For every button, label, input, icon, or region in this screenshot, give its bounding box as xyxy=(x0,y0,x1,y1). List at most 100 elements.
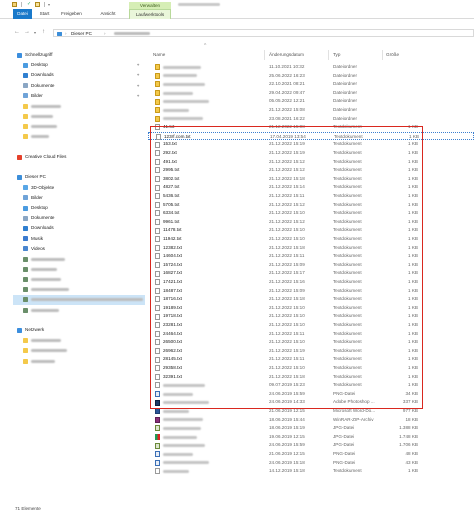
table-row[interactable]: 19718.txt 21.12.2022 15:10 Textdokument 1 K… xyxy=(148,312,474,320)
table-row[interactable]: 16827.txt 21.12.2022 15:17 Textdokument 1 K… xyxy=(148,269,474,277)
table-row[interactable]: 12382.txt 21.12.2022 15:18 Textdokument 1 K… xyxy=(148,244,474,252)
tab-freigeben[interactable]: Freigeben xyxy=(58,9,85,19)
table-row[interactable]: 21.12.2022 15:08 Dateiordner xyxy=(148,106,474,114)
nav-item[interactable]: Bilder xyxy=(13,193,145,203)
table-row[interactable]: 18716.txt 21.12.2022 15:18 Textdokument 1 K… xyxy=(148,295,474,303)
column-header-size[interactable]: Größe xyxy=(386,50,399,60)
nav-item[interactable]: Dokumente xyxy=(13,213,145,223)
table-row[interactable]: 23281.txt 21.12.2022 15:10 Textdokument 1 K… xyxy=(148,321,474,329)
table-row[interactable]: 491.txt 21.12.2022 15:12 Textdokument 1 KB xyxy=(148,158,474,166)
table-row[interactable]: 28145.txt 21.12.2022 15:11 Textdokument 1 K… xyxy=(148,355,474,363)
table-row[interactable]: 6334.txt 21.12.2022 15:10 Textdokument 1 KB xyxy=(148,209,474,217)
pin-icon[interactable]: ⌖ xyxy=(137,60,139,70)
table-row[interactable]: 292.txt 21.12.2022 15:19 Textdokument 1 KB xyxy=(148,149,474,157)
table-row[interactable]: 24464.txt 21.12.2022 15:11 Textdokument 1 K… xyxy=(148,330,474,338)
column-divider[interactable] xyxy=(328,50,329,60)
pin-icon[interactable]: ⌖ xyxy=(137,91,139,101)
properties-icon[interactable]: ✓ xyxy=(27,1,31,7)
nav-item-redacted[interactable] xyxy=(13,305,145,315)
table-row[interactable]: 14604.txt 21.12.2022 15:11 Textdokument 1 K… xyxy=(148,252,474,260)
nav-item[interactable]: Netzwerk xyxy=(13,325,145,335)
column-header-type[interactable]: Typ xyxy=(333,50,340,60)
nav-item[interactable]: 3D-Objekte xyxy=(13,183,145,193)
nav-item-redacted[interactable] xyxy=(13,101,145,111)
nav-item[interactable]: Downloads xyxy=(13,223,145,233)
nav-item-redacted[interactable] xyxy=(13,346,145,356)
breadcrumb-chevron-icon[interactable]: › xyxy=(65,30,67,37)
table-row[interactable]: 25.06.2022 16:23 Dateiordner xyxy=(148,72,474,80)
table-row[interactable]: 18487.txt 21.12.2022 15:09 Textdokument 1 K… xyxy=(148,287,474,295)
breadcrumb-dieser-pc[interactable]: Dieser PC xyxy=(71,30,92,37)
table-row[interactable]: 21.06.2019 12:15 PNG-Datei 48 KB xyxy=(148,450,474,458)
nav-item[interactable]: Schnellzugriff xyxy=(13,50,145,60)
table-row[interactable]: 11.10.2021 10:32 Dateiordner xyxy=(148,63,474,71)
table-row[interactable]: 4827.txt 21.12.2022 15:14 Textdokument 1 KB xyxy=(148,183,474,191)
table-row[interactable]: 3802.txt 21.12.2022 15:18 Textdokument 1 KB xyxy=(148,175,474,183)
table-row[interactable]: 15724.txt 21.12.2022 15:09 Textdokument 1 K… xyxy=(148,261,474,269)
table-row[interactable]: 32391.txt 21.12.2022 15:18 Textdokument 1 K… xyxy=(148,373,474,381)
column-header-name[interactable]: Name xyxy=(153,50,165,60)
table-row[interactable]: 19189.txt 21.12.2022 15:10 Textdokument 1 K… xyxy=(148,304,474,312)
column-divider[interactable] xyxy=(382,50,383,60)
table-row[interactable]: 19.06.2019 12:15 JPG-Datei 1.748 KB xyxy=(148,433,474,441)
column-divider[interactable] xyxy=(264,50,265,60)
nav-item[interactable]: Dokumente ⌖ xyxy=(13,81,145,91)
nav-item[interactable]: Desktop xyxy=(13,203,145,213)
nav-item-redacted[interactable] xyxy=(13,336,145,346)
nav-item[interactable]: Dieser PC xyxy=(13,172,145,182)
back-arrow-icon[interactable]: ← xyxy=(14,29,20,35)
nav-item[interactable]: Musik xyxy=(13,234,145,244)
table-row[interactable]: 11942.txt 21.12.2022 15:10 Textdokument 1 K… xyxy=(148,235,474,243)
tab-ansicht[interactable]: Ansicht xyxy=(97,9,119,19)
nav-item-redacted[interactable] xyxy=(13,294,145,305)
nav-item[interactable]: Creative Cloud Files xyxy=(13,152,145,162)
table-row[interactable]: 29358.txt 21.12.2022 15:10 Textdokument 1 K… xyxy=(148,364,474,372)
table-row[interactable]: 14.12.2019 15:18 Textdokument 1 KB xyxy=(148,467,474,475)
table-row[interactable]: 26962.txt 21.12.2022 15:19 Textdokument 1 K… xyxy=(148,347,474,355)
table-row[interactable]: 24.06.2019 15:59 JPG-Datei 1.706 KB xyxy=(148,441,474,449)
table-row[interactable]: 24.06.2019 14:33 Adobe Photoshop ... 337 K… xyxy=(148,398,474,406)
table-row[interactable]: 41.txt 21.12.2022 15:08 Textdokument 1 KB xyxy=(148,123,474,131)
nav-item-redacted[interactable] xyxy=(13,356,145,366)
table-row[interactable]: 18.06.2019 15:44 WinRAR-ZIP-Archiv 18 KB xyxy=(148,416,474,424)
tab-datei[interactable]: Datei xyxy=(13,9,32,19)
nav-item-redacted[interactable] xyxy=(13,285,145,295)
new-folder-icon[interactable] xyxy=(35,2,40,7)
table-row[interactable]: 05.05.2022 12:21 Dateiordner xyxy=(148,97,474,105)
table-row[interactable]: 29.04.2022 09:47 Dateiordner xyxy=(148,89,474,97)
table-row[interactable]: 11478.txt 21.12.2022 15:10 Textdokument 1 K… xyxy=(148,226,474,234)
pin-icon[interactable]: ⌖ xyxy=(137,70,139,80)
nav-item[interactable]: Desktop ⌖ xyxy=(13,60,145,70)
table-row[interactable]: 23.08.2021 16:22 Dateiordner xyxy=(148,115,474,123)
nav-item-redacted[interactable] xyxy=(13,132,145,142)
nav-item-redacted[interactable] xyxy=(13,254,145,264)
table-row[interactable]: 5436.txt 21.12.2022 15:11 Textdokument 1 KB xyxy=(148,192,474,200)
table-row[interactable]: 21.06.2019 12:15 Microsoft Word-Do... 977 … xyxy=(148,407,474,415)
nav-item[interactable]: Downloads ⌖ xyxy=(13,70,145,80)
nav-item-redacted[interactable] xyxy=(13,121,145,131)
nav-item-redacted[interactable] xyxy=(13,274,145,284)
table-row[interactable]: 9961.txt 21.12.2022 15:12 Textdokument 1 KB xyxy=(148,218,474,226)
table-row[interactable]: 24.06.2019 15:59 PNG-Datei 34 KB xyxy=(148,390,474,398)
tab-start[interactable]: Start xyxy=(36,9,53,19)
table-row[interactable]: 09.07.2019 15:23 Textdokument 1 KB xyxy=(148,381,474,389)
table-row[interactable]: 24.06.2019 15:18 PNG-Datei 43 KB xyxy=(148,459,474,467)
up-arrow-icon[interactable]: ↑ xyxy=(42,29,45,35)
column-header-date[interactable]: Änderungsdatum xyxy=(269,50,304,60)
table-row[interactable]: 2995.txt 21.12.2022 15:12 Textdokument 1 KB xyxy=(148,166,474,174)
table-row[interactable]: 5705.txt 21.12.2022 15:12 Textdokument 1 KB xyxy=(148,201,474,209)
nav-item[interactable]: Bilder ⌖ xyxy=(13,91,145,101)
recent-locations-icon[interactable]: ▾ xyxy=(34,30,36,35)
table-row[interactable]: 153.txt 21.12.2022 15:19 Textdokument 1 KB xyxy=(148,140,474,148)
tab-laufwerktools[interactable]: Laufwerktools xyxy=(129,9,171,19)
table-row[interactable]: 26500.txt 21.12.2022 15:10 Textdokument 1 K… xyxy=(148,338,474,346)
table-row[interactable]: 22.10.2021 08:21 Dateiordner xyxy=(148,80,474,88)
breadcrumb-drive-redacted[interactable] xyxy=(114,32,150,35)
nav-item-redacted[interactable] xyxy=(13,111,145,121)
table-row[interactable]: 18.06.2019 15:19 JPG-Datei 1.388 KB xyxy=(148,424,474,432)
nav-item[interactable]: Videos xyxy=(13,244,145,254)
table-row[interactable]: 17421.txt 21.12.2022 15:16 Textdokument 1 K… xyxy=(148,278,474,286)
table-row[interactable]: 123rf.com.txt 17.04.2019 13:54 Textdokumen… xyxy=(148,131,474,141)
pin-icon[interactable]: ⌖ xyxy=(137,81,139,91)
nav-item-redacted[interactable] xyxy=(13,264,145,274)
